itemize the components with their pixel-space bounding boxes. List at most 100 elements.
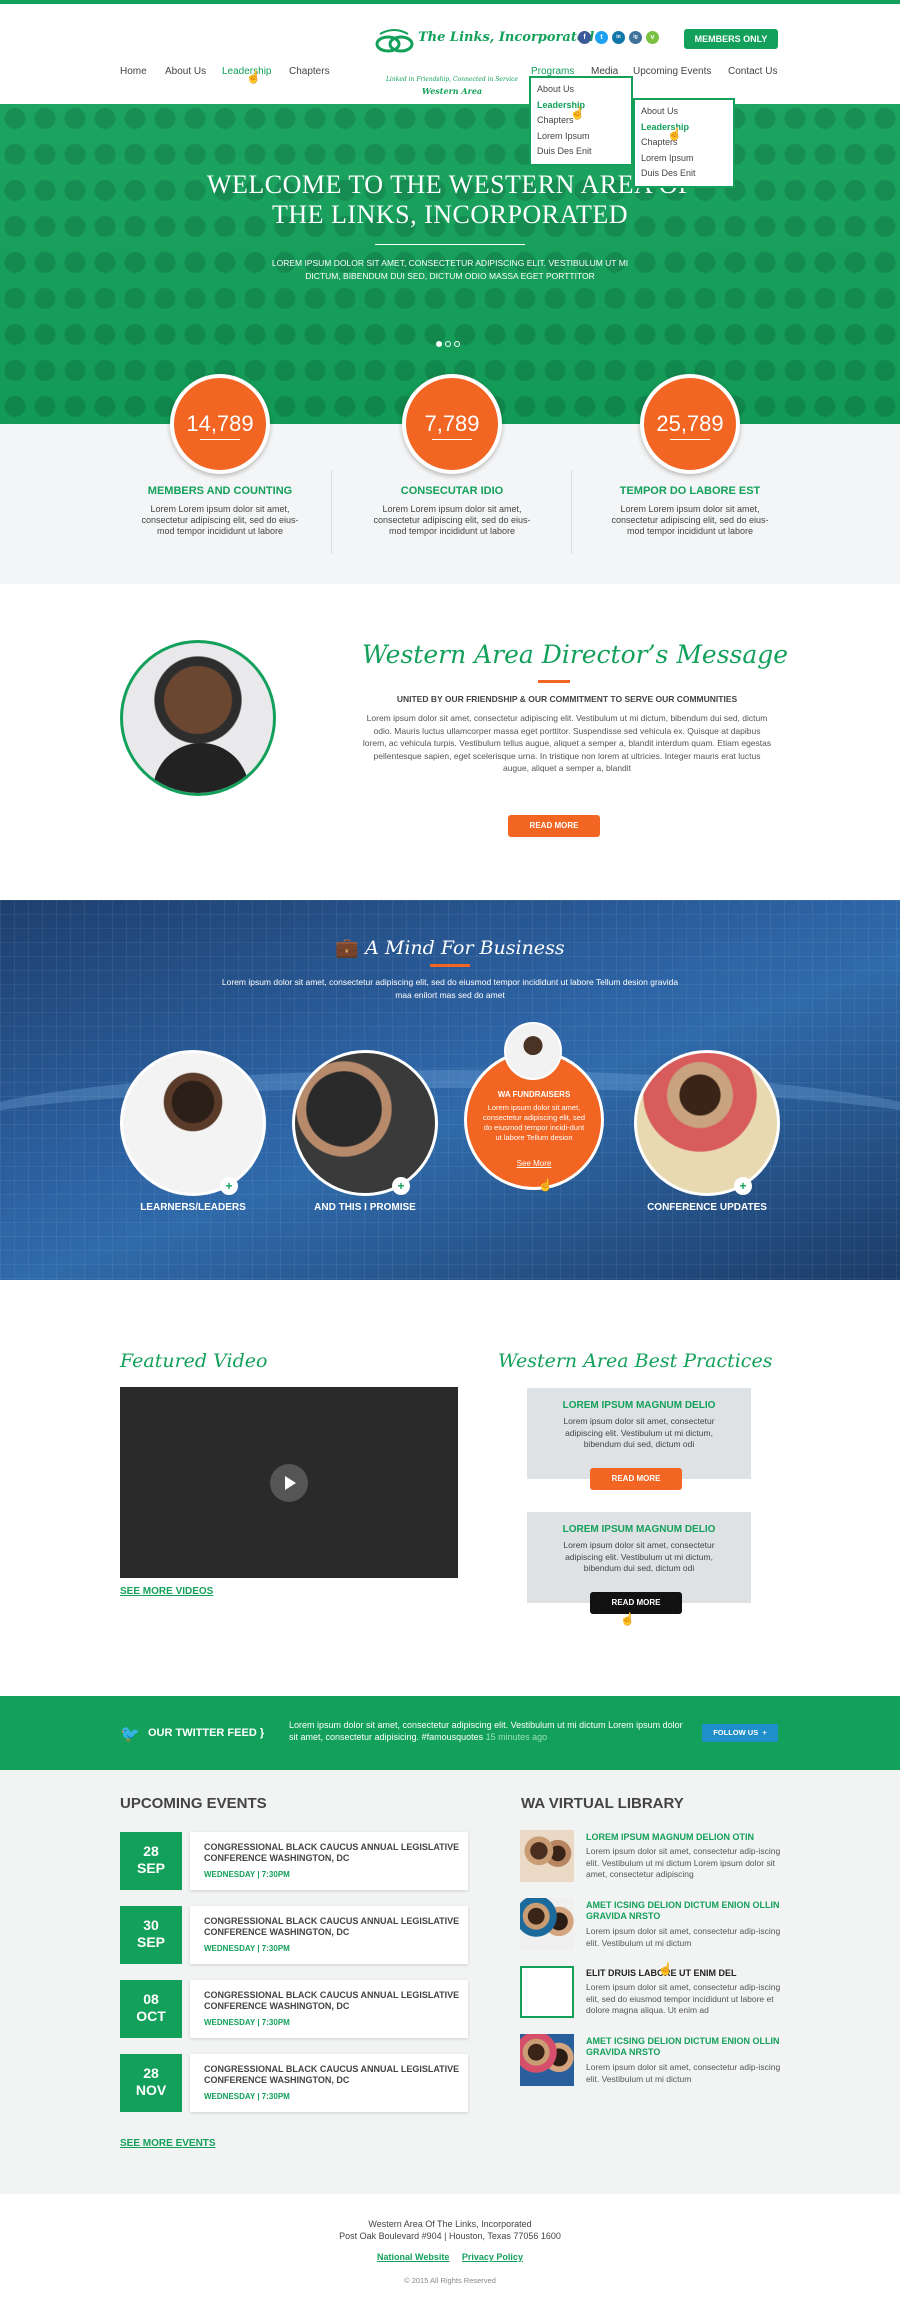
programs-menu-lorem[interactable]: Lorem Ipsum [537, 129, 625, 145]
director-read-more-button[interactable]: READ MORE [508, 815, 600, 837]
slider-dots [436, 339, 463, 350]
play-icon[interactable] [270, 1464, 308, 1502]
stat-label: TEMPOR DO LABORE EST [619, 485, 761, 497]
fundraisers-thumbnail [504, 1022, 562, 1080]
practice-text: Lorem ipsum dolor sit amet, consectetur … [563, 1540, 715, 1573]
event-title[interactable]: CONGRESSIONAL BLACK CAUCUS ANNUAL LEGISL… [204, 2064, 464, 2086]
practice-read-more-button[interactable]: READ MORE [590, 1592, 682, 1614]
library-item-text: Lorem ipsum dolor sit amet, consectetur … [586, 1926, 781, 1948]
business-text: Lorem ipsum dolor sit amet, consectetur … [221, 977, 679, 1000]
learners-leaders-label[interactable]: LEARNERS/LEADERS [120, 1202, 266, 1213]
stat-divider [331, 470, 332, 554]
instagram-icon[interactable]: ig [629, 31, 642, 44]
programs-menu-duis[interactable]: Duis Des Enit [537, 144, 625, 160]
event-title[interactable]: CONGRESSIONAL BLACK CAUCUS ANNUAL LEGISL… [204, 1990, 464, 2012]
library-thumbnail[interactable] [520, 1830, 574, 1882]
twitter-feed-bar: 🐦 OUR TWITTER FEED } Lorem ipsum dolor s… [0, 1696, 900, 1770]
business-title: 💼 A Mind For Business [335, 937, 565, 959]
nav-chapters[interactable]: Chapters [289, 66, 330, 77]
follow-us-button[interactable]: FOLLOW US + [702, 1724, 778, 1742]
event-item[interactable]: 30 SEP CONGRESSIONAL BLACK CAUCUS ANNUAL … [120, 1906, 468, 1964]
library-item-title[interactable]: LOREM IPSUM MAGNUM DELION OTIN [586, 1832, 782, 1843]
director-subtitle: UNITED BY OUR FRIENDSHIP & OUR COMMITMEN… [396, 694, 738, 704]
video-player[interactable] [120, 1387, 458, 1578]
privacy-policy-link[interactable]: Privacy Policy [462, 2252, 523, 2262]
hero-text: LOREM IPSUM DOLOR SIT AMET, CONSECTETUR … [271, 258, 629, 281]
hand-cursor-icon: ☝ [658, 1962, 673, 1976]
promise-label[interactable]: AND THIS I PROMISE [292, 1202, 438, 1213]
tweet-text: Lorem ipsum dolor sit amet, consectetur … [289, 1720, 683, 1742]
tweet-time: 15 minutes ago [485, 1732, 548, 1742]
handshake-image[interactable] [292, 1050, 438, 1196]
event-date: 08 OCT [120, 1980, 182, 2038]
nav-about[interactable]: About Us [165, 66, 206, 77]
hand-cursor-icon: ☝ [620, 1612, 635, 1626]
library-item-title[interactable]: AMET ICSING DELION DICTUM ENION OLLIN GR… [586, 2036, 782, 2058]
library-item[interactable]: AMET ICSING DELION DICTUM ENION OLLIN GR… [520, 2034, 780, 2090]
logo-name: The Links, Incorporated [418, 30, 595, 45]
event-time: WEDNESDAY | 7:30PM [204, 1944, 290, 1953]
event-time: WEDNESDAY | 7:30PM [204, 2018, 290, 2027]
title-underline [538, 680, 570, 683]
briefcase-icon: 💼 [335, 937, 360, 959]
slider-dot[interactable] [436, 341, 442, 347]
stat-divider [571, 470, 572, 554]
library-item-title[interactable]: ELIT DRUIS LABORE UT ENIM DEL [586, 1968, 782, 1979]
stat-label: CONSECUTAR IDIO [400, 485, 504, 497]
event-title[interactable]: CONGRESSIONAL BLACK CAUCUS ANNUAL LEGISL… [204, 1916, 464, 1938]
nav-contact[interactable]: Contact Us [728, 66, 777, 77]
stat-value: 7,789 [402, 374, 502, 474]
media-menu-duis[interactable]: Duis Des Enit [641, 166, 727, 182]
learners-leaders-image[interactable] [120, 1050, 266, 1196]
library-thumbnail[interactable] [520, 1966, 574, 2018]
media-section: Featured Video SEE MORE VIDEOS Western A… [0, 1280, 900, 1696]
slider-dot[interactable] [454, 341, 460, 347]
see-more-events-link[interactable]: SEE MORE EVENTS [120, 2138, 216, 2149]
library-item[interactable]: LOREM IPSUM MAGNUM DELION OTIN Lorem ips… [520, 1830, 780, 1886]
fundraisers-see-more-link[interactable]: See More [467, 1159, 601, 1168]
conference-image[interactable] [634, 1050, 780, 1196]
library-item[interactable]: AMET ICSING DELION DICTUM ENION OLLIN GR… [520, 1898, 780, 1954]
director-title: Western Area Director’s Message [362, 640, 789, 669]
programs-menu-about[interactable]: About Us [537, 82, 625, 98]
vine-icon[interactable]: v [646, 31, 659, 44]
plus-icon[interactable]: + [392, 1177, 410, 1195]
stat-value: 14,789 [170, 374, 270, 474]
event-item[interactable]: 28 SEP CONGRESSIONAL BLACK CAUCUS ANNUAL … [120, 1832, 468, 1890]
see-more-videos-link[interactable]: SEE MORE VIDEOS [120, 1586, 213, 1597]
library-item-title[interactable]: AMET ICSING DELION DICTUM ENION OLLIN GR… [586, 1900, 782, 1922]
members-only-button[interactable]: MEMBERS ONLY [684, 29, 778, 49]
fundraisers-title: WA FUNDRAISERS [497, 1090, 571, 1099]
hand-cursor-icon: ☝ [246, 70, 261, 84]
event-title[interactable]: CONGRESSIONAL BLACK CAUCUS ANNUAL LEGISL… [204, 1842, 464, 1864]
library-item[interactable]: ELIT DRUIS LABORE UT ENIM DEL Lorem ipsu… [520, 1966, 780, 2022]
linkedin-icon[interactable]: in [612, 31, 625, 44]
practice-read-more-button[interactable]: READ MORE [590, 1468, 682, 1490]
stat-text: Lorem Lorem ipsum dolor sit amet, consec… [141, 504, 299, 536]
programs-dropdown: About Us Leadership Chapters Lorem Ipsum… [529, 76, 633, 166]
media-menu-about[interactable]: About Us [641, 104, 727, 120]
slider-dot[interactable] [445, 341, 451, 347]
library-thumbnail[interactable] [520, 1898, 574, 1950]
event-item[interactable]: 08 OCT CONGRESSIONAL BLACK CAUCUS ANNUAL … [120, 1980, 468, 2038]
facebook-icon[interactable]: f [578, 31, 591, 44]
media-menu-lorem[interactable]: Lorem Ipsum [641, 151, 727, 167]
event-time: WEDNESDAY | 7:30PM [204, 1870, 290, 1879]
twitter-icon[interactable]: t [595, 31, 608, 44]
library-thumbnail[interactable] [520, 2034, 574, 2086]
copyright: © 2015 All Rights Reserved [404, 2276, 496, 2285]
site-logo[interactable]: The Links, Incorporated Linked in Friend… [374, 22, 594, 100]
nav-home[interactable]: Home [120, 66, 147, 77]
event-item[interactable]: 28 NOV CONGRESSIONAL BLACK CAUCUS ANNUAL … [120, 2054, 468, 2112]
national-website-link[interactable]: National Website [377, 2252, 449, 2262]
plus-icon[interactable]: + [220, 1177, 238, 1195]
nav-upcoming-events[interactable]: Upcoming Events [633, 66, 711, 77]
stat-text: Lorem Lorem ipsum dolor sit amet, consec… [611, 504, 769, 536]
media-menu-chapters[interactable]: Chapters [641, 135, 727, 151]
conference-label[interactable]: CONFERENCE UPDATES [634, 1202, 780, 1213]
stat-label: MEMBERS AND COUNTING [147, 485, 293, 497]
practice-card: LOREM IPSUM MAGNUM DELIO Lorem ipsum dol… [527, 1512, 751, 1614]
media-menu-leadership[interactable]: Leadership [641, 120, 727, 136]
practice-title: LOREM IPSUM MAGNUM DELIO [562, 1524, 716, 1535]
plus-icon[interactable]: + [734, 1177, 752, 1195]
